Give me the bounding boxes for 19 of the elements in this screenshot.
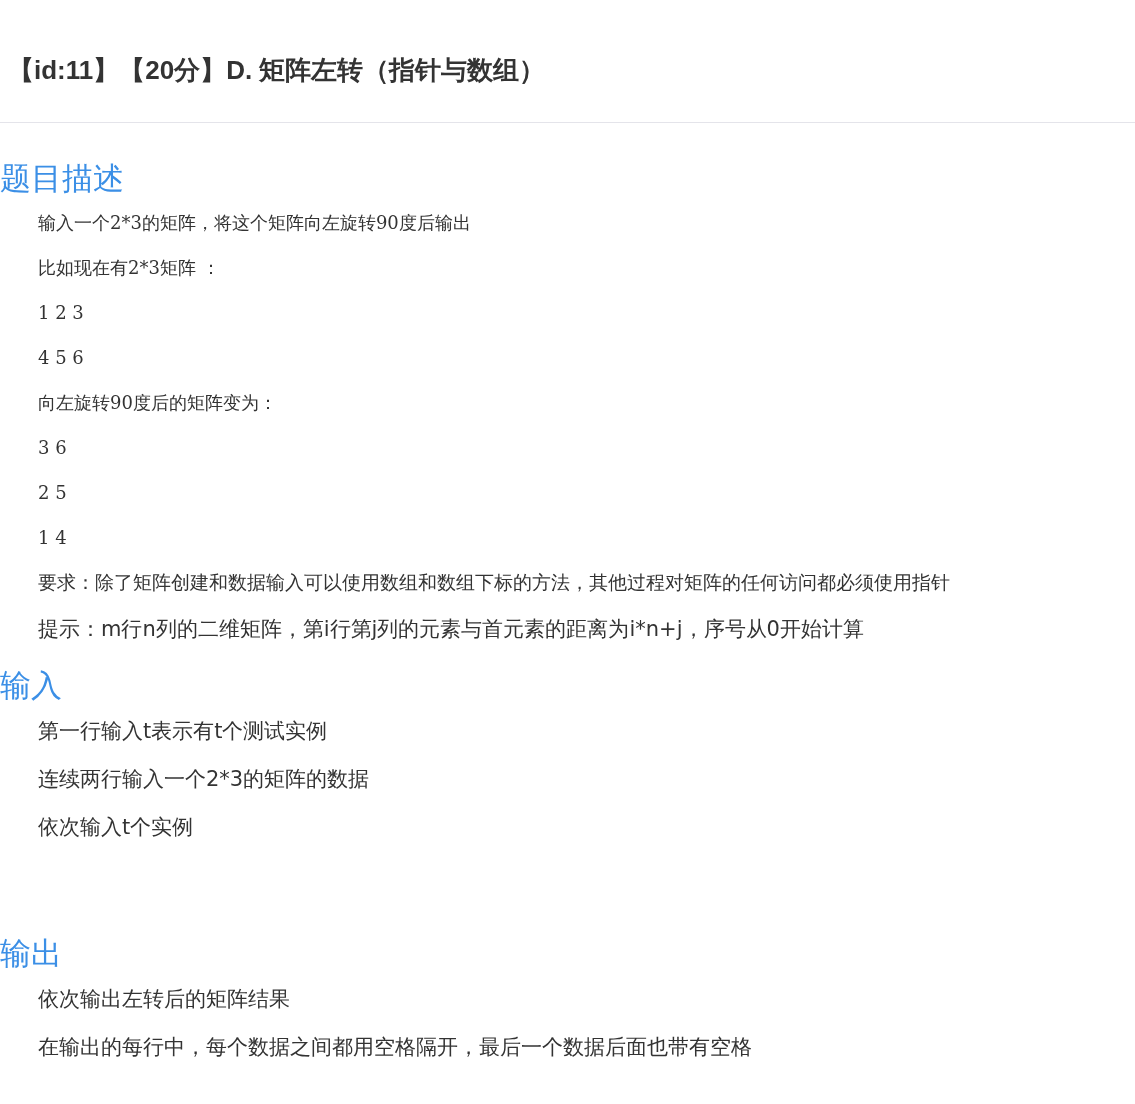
paragraph-text: 依次输入t个实例 <box>37 814 195 841</box>
section-heading: 输入 <box>0 666 63 705</box>
paragraph-text: 向左旋转90度后的矩阵变为： <box>37 391 278 415</box>
paragraph-text: 依次输出左转后的矩阵结果 <box>37 986 291 1013</box>
paragraph-text: 1 4 <box>37 526 68 550</box>
section-heading: 输出 <box>0 934 63 973</box>
section-heading: 题目描述 <box>0 159 125 198</box>
paragraph-text: 1 2 3 <box>37 301 85 325</box>
paragraph-text: 在输出的每行中，每个数据之间都用空格隔开，最后一个数据后面也带有空格 <box>37 1034 753 1061</box>
paragraph-text: 4 5 6 <box>37 346 85 370</box>
paragraph-text: 输入一个2*3的矩阵，将这个矩阵向左旋转90度后输出 <box>37 211 472 235</box>
paragraph-text: 提示：m行n列的二维矩阵，第i行第j列的元素与首元素的距离为i*n+j，序号从0开始计算 <box>37 616 865 643</box>
paragraph-text: 连续两行输入一个2*3的矩阵的数据 <box>37 766 371 793</box>
paragraph-text: 第一行输入t表示有t个测试实例 <box>37 718 329 745</box>
paragraph-text: 3 6 <box>37 436 68 460</box>
paragraph-text: 2 5 <box>37 481 68 505</box>
problem-title: 【id:11】【20分】D. 矩阵左转（指针与数组） <box>7 54 547 87</box>
paragraph-text: 比如现在有2*3矩阵 ： <box>37 256 221 280</box>
paragraph-text: 要求：除了矩阵创建和数据输入可以使用数组和数组下标的方法，其他过程对矩阵的任何访问都必须使用指针 <box>37 570 951 595</box>
